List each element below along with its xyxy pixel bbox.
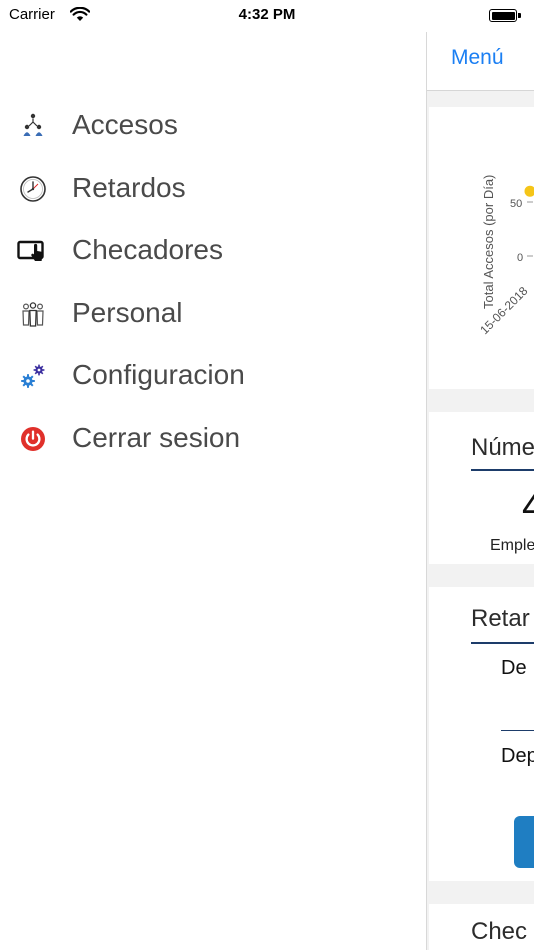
chart-card: Total Accesos (por Día) 50 0 15-06-2018 (429, 107, 534, 389)
department-field[interactable]: Dep (501, 745, 534, 768)
accesos-chart: Total Accesos (por Día) 50 0 15-06-2018 (477, 175, 534, 337)
employee-count-label: Emple (490, 537, 534, 554)
y-axis-label: Total Accesos (por Día) (481, 175, 496, 309)
status-time: 4:32 PM (238, 6, 296, 23)
date-from-label: De (501, 657, 527, 679)
power-icon (17, 423, 49, 455)
field-underline (501, 730, 534, 731)
clock-icon (17, 173, 49, 205)
menu-item-label: Checadores (72, 234, 223, 265)
card-title: Retar (471, 605, 530, 632)
menu-item-accesos[interactable]: Accesos (0, 96, 426, 159)
data-point (524, 185, 534, 197)
tablet-touch-icon (17, 235, 49, 267)
title-underline (471, 642, 534, 644)
checadores-card: Chec (429, 904, 534, 950)
side-menu: Accesos Retardos Checadores Personal Con… (0, 96, 426, 471)
menu-item-retardos[interactable]: Retardos (0, 159, 426, 222)
battery-icon (489, 9, 521, 22)
search-button[interactable] (514, 816, 534, 868)
menu-item-label: Cerrar sesion (72, 421, 241, 453)
main-content-panel[interactable]: Menú Total Accesos (por Día) 50 0 15-06-… (426, 32, 534, 950)
gears-icon (17, 360, 49, 392)
menu-item-label: Accesos (72, 109, 178, 140)
menu-button[interactable]: Menú (451, 46, 504, 70)
nav-bar: Menú (427, 32, 534, 91)
menu-item-configuracion[interactable]: Configuracion (0, 346, 426, 409)
menu-item-label: Personal (72, 296, 183, 328)
y-tick-label: 50 (510, 198, 522, 210)
menu-item-label: Configuracion (72, 359, 245, 390)
y-tick-label: 0 (517, 252, 523, 264)
menu-item-personal[interactable]: Personal (0, 284, 426, 347)
menu-item-label: Retardos (72, 171, 186, 203)
menu-item-checadores[interactable]: Checadores (0, 221, 426, 284)
title-underline (471, 469, 534, 471)
personnel-icon (17, 298, 49, 330)
employee-count-card: Núme 4 Emple (429, 412, 534, 564)
status-bar: Carrier 4:32 PM (0, 0, 534, 32)
retardos-card: Retar De Dep (429, 587, 534, 881)
people-access-icon (17, 110, 49, 142)
card-title: Núme (471, 434, 534, 461)
menu-item-cerrar-sesion[interactable]: Cerrar sesion (0, 409, 426, 472)
card-title: Chec (471, 918, 528, 945)
employee-count: 4 (522, 484, 534, 529)
screen: Carrier 4:32 PM Accesos Retardos Checado… (0, 0, 534, 950)
